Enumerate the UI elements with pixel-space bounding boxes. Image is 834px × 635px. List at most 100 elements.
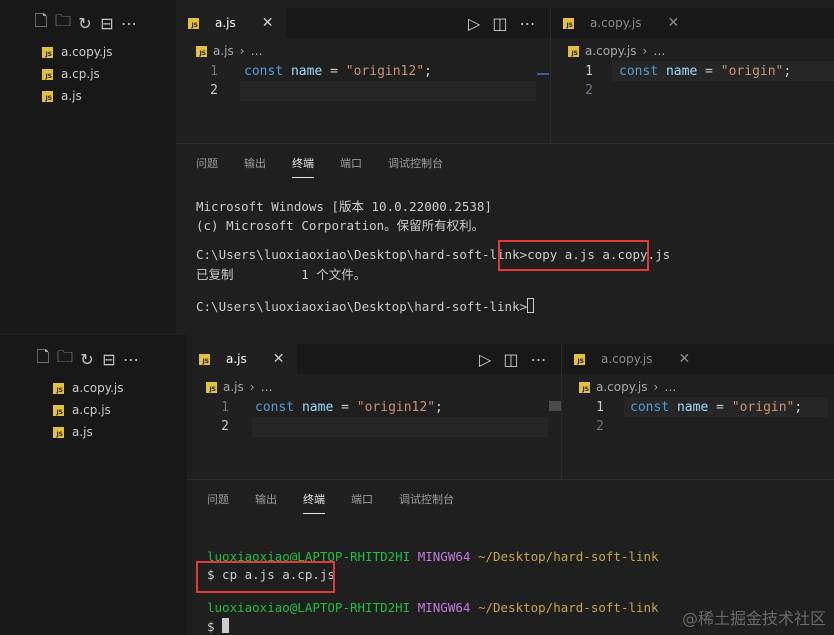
file-name: a.copy.js <box>61 45 113 59</box>
collapse-icon[interactable]: ⊟ <box>98 348 120 370</box>
file-item[interactable]: JS a.js <box>53 421 93 443</box>
js-file-icon: JS <box>53 382 64 394</box>
more-icon[interactable]: ⋯ <box>530 350 546 369</box>
new-folder-icon[interactable]: 🗀 <box>54 347 76 370</box>
line-number: 2 <box>585 83 593 98</box>
panel-divider <box>176 143 834 144</box>
js-file-icon: JS <box>42 46 53 58</box>
explorer-toolbar: 🗋 🗀 ↻ ⊟ ⋯ <box>30 8 140 38</box>
string: "origin12" <box>345 64 425 79</box>
editor-actions: ▷ ◫ ⋯ <box>468 14 535 33</box>
breadcrumb[interactable]: JS a.copy.js › … <box>579 380 676 394</box>
line-number: 1 <box>221 400 229 415</box>
tab-a-js[interactable]: JS a.js ✕ <box>176 8 286 38</box>
more-icon[interactable]: ⋯ <box>120 348 142 370</box>
code-editor-right[interactable]: 1 2 const name = "origin"; <box>576 400 831 440</box>
breadcrumb-rest: … <box>664 380 677 394</box>
tab-a-copy-js[interactable]: JS a.copy.js ✕ <box>551 8 691 38</box>
js-file-icon: JS <box>42 68 53 80</box>
code-editor-left[interactable]: 1 2 const name = "origin12"; <box>201 400 551 440</box>
tab-label: a.js <box>226 352 247 366</box>
file-item[interactable]: JS a.js <box>42 85 82 107</box>
tab-output[interactable]: 输出 <box>244 155 266 178</box>
line-number: 1 <box>210 64 218 79</box>
operator: = <box>708 400 732 415</box>
tab-ports[interactable]: 端口 <box>351 491 373 514</box>
string: "origin" <box>720 64 784 79</box>
tab-debug-console[interactable]: 调试控制台 <box>399 491 454 514</box>
collapse-icon[interactable]: ⊟ <box>96 12 118 34</box>
tab-output[interactable]: 输出 <box>255 491 277 514</box>
file-name: a.js <box>72 425 93 439</box>
terminal-prompt-line: C:\Users\luoxiaoxiao\Desktop\hard-soft-l… <box>196 298 535 314</box>
file-item[interactable]: JS a.cp.js <box>42 63 100 85</box>
file-item[interactable]: JS a.copy.js <box>42 41 113 63</box>
file-name: a.js <box>61 89 82 103</box>
chevron-right-icon: › <box>249 380 255 394</box>
editor-actions: ▷ ◫ ⋯ <box>479 350 546 369</box>
highlight-box <box>196 561 335 593</box>
new-file-icon[interactable]: 🗋 <box>30 11 52 34</box>
terminal-path: ~/Desktop/hard-soft-link <box>477 600 659 615</box>
refresh-icon[interactable]: ↻ <box>76 348 98 370</box>
tab-a-js[interactable]: JS a.js ✕ <box>187 344 297 374</box>
split-editor-icon[interactable]: ◫ <box>492 14 507 33</box>
js-file-icon: JS <box>568 45 579 57</box>
keyword: const <box>630 400 670 415</box>
line-number: 1 <box>585 64 593 79</box>
tab-a-copy-js[interactable]: JS a.copy.js ✕ <box>562 344 702 374</box>
run-icon[interactable]: ▷ <box>468 14 480 33</box>
new-file-icon[interactable]: 🗋 <box>32 347 54 370</box>
variable: name <box>290 64 323 79</box>
tab-problems[interactable]: 问题 <box>207 491 229 514</box>
semicolon: ; <box>424 64 432 79</box>
breadcrumb[interactable]: JS a.js › … <box>206 380 273 394</box>
new-folder-icon[interactable]: 🗀 <box>52 11 74 34</box>
more-icon[interactable]: ⋯ <box>118 12 140 34</box>
terminal-env: MINGW64 <box>417 549 471 564</box>
tab-terminal[interactable]: 终端 <box>292 155 314 178</box>
explorer-sidebar: 🗋 🗀 ↻ ⊟ ⋯ JS a.copy.js JS a.cp.js JS a.j… <box>0 0 176 333</box>
refresh-icon[interactable]: ↻ <box>74 12 96 34</box>
keyword: const <box>244 64 284 79</box>
tab-debug-console[interactable]: 调试控制台 <box>388 155 443 178</box>
terminal-line: Microsoft Windows [版本 10.0.22000.2538] <box>196 199 492 214</box>
panel-divider <box>187 479 834 480</box>
code-editor-right[interactable]: 1 2 const name = "origin"; <box>565 64 830 104</box>
split-editor-icon[interactable]: ◫ <box>503 350 518 369</box>
terminal-line: (c) Microsoft Corporation。保留所有权利。 <box>196 218 485 233</box>
highlight-box <box>498 240 649 271</box>
code-editor-left[interactable]: 1 2 const name = "origin12"; <box>190 64 540 104</box>
run-icon[interactable]: ▷ <box>479 350 491 369</box>
chevron-right-icon: › <box>653 380 659 394</box>
scrollbar[interactable] <box>537 73 549 75</box>
tab-problems[interactable]: 问题 <box>196 155 218 178</box>
terminal-line: 已复制 1 个文件。 <box>196 267 367 282</box>
terminal-cursor <box>222 618 230 633</box>
close-icon[interactable]: ✕ <box>273 351 285 367</box>
code-line: const name = "origin"; <box>630 400 802 415</box>
tab-terminal[interactable]: 终端 <box>303 491 325 514</box>
terminal-input-line[interactable]: $ <box>207 618 230 634</box>
file-item[interactable]: JS a.copy.js <box>53 377 124 399</box>
close-icon[interactable]: ✕ <box>668 15 680 31</box>
tab-ports[interactable]: 端口 <box>340 155 362 178</box>
close-icon[interactable]: ✕ <box>262 15 274 31</box>
breadcrumb[interactable]: JS a.js › … <box>196 44 263 58</box>
terminal-result: 已复制 1 个文件。 <box>196 264 366 283</box>
file-name: a.cp.js <box>72 403 111 417</box>
keyword: const <box>619 64 659 79</box>
tab-label: a.js <box>215 16 236 30</box>
terminal-prompt: $ <box>207 619 223 634</box>
tab-label: a.copy.js <box>590 16 642 30</box>
terminal-user: luoxiaoxiao@LAPTOP-RHITD2HI <box>207 600 411 615</box>
variable: name <box>665 64 698 79</box>
breadcrumb[interactable]: JS a.copy.js › … <box>568 44 665 58</box>
js-file-icon: JS <box>53 426 64 438</box>
close-icon[interactable]: ✕ <box>679 351 691 367</box>
scrollbar[interactable] <box>549 401 561 411</box>
terminal-output[interactable]: Microsoft Windows [版本 10.0.22000.2538] (… <box>196 196 492 234</box>
more-icon[interactable]: ⋯ <box>519 14 535 33</box>
file-item[interactable]: JS a.cp.js <box>53 399 111 421</box>
panel-tabbar: 问题 输出 终端 端口 调试控制台 <box>207 491 454 514</box>
